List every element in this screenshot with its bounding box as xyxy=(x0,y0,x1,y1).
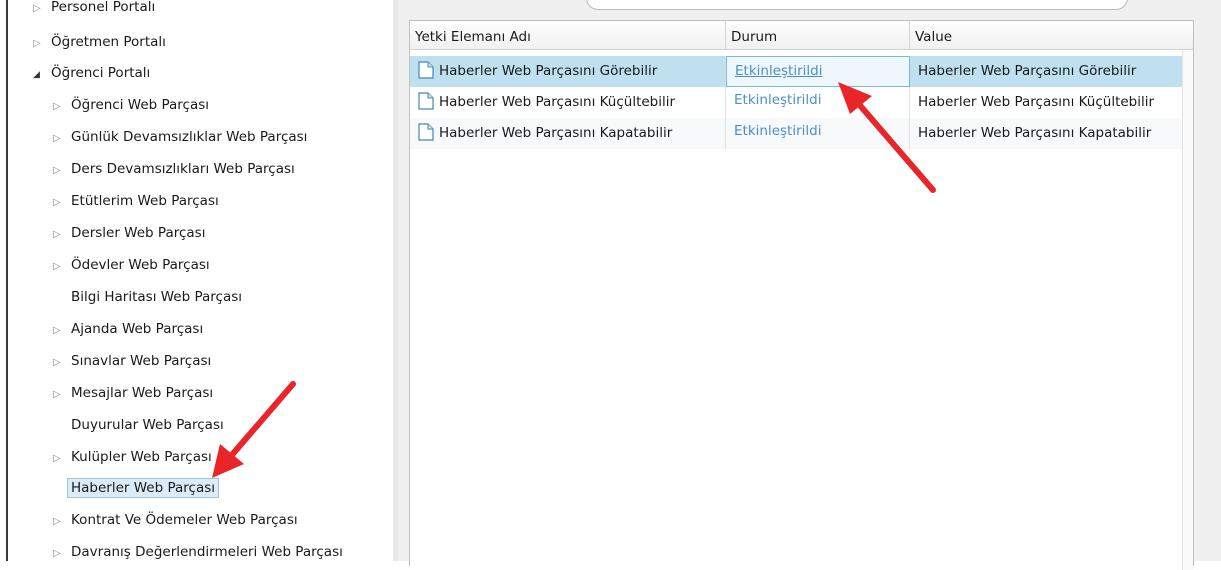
expand-arrow-icon[interactable]: ▷ xyxy=(53,97,71,117)
expand-arrow-icon[interactable]: ▷ xyxy=(53,257,71,277)
tree-item-label: Etütlerim Web Parçası xyxy=(71,193,219,209)
tree-item-label: Kontrat Ve Ödemeler Web Parçası xyxy=(71,512,298,528)
expand-arrow-icon[interactable]: ▷ xyxy=(53,225,71,245)
tree-item-label: Günlük Devamsızlıklar Web Parçası xyxy=(71,129,308,145)
expand-arrow-icon[interactable]: ▷ xyxy=(53,161,71,181)
permission-name: Haberler Web Parçasını Görebilir xyxy=(439,63,658,79)
tree-item-dersler[interactable]: ▷ Dersler Web Parçası xyxy=(53,223,205,243)
tree-item-label: Bilgi Haritası Web Parçası xyxy=(71,289,243,305)
permission-value: Haberler Web Parçasını Görebilir xyxy=(918,63,1137,79)
tree-item-ogrenci-portali[interactable]: ◢ Öğrenci Portalı xyxy=(33,63,150,83)
expand-arrow-icon[interactable]: ▷ xyxy=(53,544,71,564)
tree-item-label: Öğrenci Web Parçası xyxy=(71,97,210,113)
expand-arrow-icon[interactable]: ▷ xyxy=(53,193,71,213)
row-name-cell: Haberler Web Parçasını Kapatabilir xyxy=(410,118,726,149)
expand-arrow-icon[interactable]: ▷ xyxy=(33,0,51,19)
tree-item-mesajlar[interactable]: ▷ Mesajlar Web Parçası xyxy=(53,383,213,403)
tree-item-ogretmen-portali[interactable]: ▷ Öğretmen Portalı xyxy=(33,32,166,52)
permission-name: Haberler Web Parçasını Küçültebilir xyxy=(439,94,676,110)
permission-tree: ▷ Personel Portalı ▷ Öğretmen Portalı ◢ Öğr… xyxy=(0,0,392,561)
status-link[interactable]: Etkinleştirildi xyxy=(735,63,822,79)
tree-item-label: Öğretmen Portalı xyxy=(51,34,166,50)
permissions-pane: Yetki Elemanı Adı Durum Value Haberler W… xyxy=(398,0,1221,570)
column-header-status[interactable]: Durum xyxy=(726,21,910,49)
permissions-grid: Yetki Elemanı Adı Durum Value Haberler W… xyxy=(409,20,1194,570)
tree-item-ders-devamsizliklari[interactable]: ▷ Ders Devamsızlıkları Web Parçası xyxy=(53,159,295,179)
expand-arrow-icon[interactable]: ▷ xyxy=(53,449,71,469)
expand-arrow-icon[interactable]: ▷ xyxy=(53,353,71,373)
collapse-arrow-icon[interactable]: ◢ xyxy=(33,65,51,85)
grid-header: Yetki Elemanı Adı Durum Value xyxy=(410,21,1193,50)
expand-arrow-icon[interactable]: ▷ xyxy=(33,34,51,54)
tree-item-haberler[interactable]: Haberler Web Parçası xyxy=(53,478,220,498)
tree-item-label: Davranış Değerlendirmeleri Web Parçası xyxy=(71,544,343,560)
row-name-cell: Haberler Web Parçasını Küçültebilir xyxy=(410,87,726,118)
tree-item-ogrenci-web-parcasi[interactable]: ▷ Öğrenci Web Parçası xyxy=(53,95,209,115)
tree-item-label: Dersler Web Parçası xyxy=(71,225,206,241)
permission-name: Haberler Web Parçasını Kapatabilir xyxy=(439,125,673,141)
permission-value: Haberler Web Parçasını Kapatabilir xyxy=(918,125,1152,141)
column-header-value[interactable]: Value xyxy=(910,21,1193,49)
tree-item-kulupler[interactable]: ▷ Kulüpler Web Parçası xyxy=(53,447,212,467)
search-input[interactable] xyxy=(586,0,1128,10)
status-link[interactable]: Etkinleştirildi xyxy=(734,92,821,108)
table-row[interactable]: Haberler Web Parçasını Küçültebilir Etki… xyxy=(410,87,1193,118)
tree-item-label: Sınavlar Web Parçası xyxy=(71,353,212,369)
tree-item-sinavlar[interactable]: ▷ Sınavlar Web Parçası xyxy=(53,351,211,371)
table-row[interactable]: Haberler Web Parçasını Görebilir Etkinle… xyxy=(410,56,1193,87)
tree-item-kontrat-ve-odemeler[interactable]: ▷ Kontrat Ve Ödemeler Web Parçası xyxy=(53,510,298,530)
tree-item-label: Personel Portalı xyxy=(51,0,156,15)
document-icon xyxy=(418,60,434,79)
column-header-name[interactable]: Yetki Elemanı Adı xyxy=(410,21,726,49)
expand-arrow-icon[interactable]: ▷ xyxy=(53,129,71,149)
tree-item-personel-portali[interactable]: ▷ Personel Portalı xyxy=(33,0,155,17)
row-status-cell[interactable]: Etkinleştirildi xyxy=(726,87,910,118)
tree-item-label: Ödevler Web Parçası xyxy=(71,257,210,273)
document-icon xyxy=(418,122,434,141)
tree-item-etutlerim[interactable]: ▷ Etütlerim Web Parçası xyxy=(53,191,219,211)
tree-item-bilgi-haritasi[interactable]: Bilgi Haritası Web Parçası xyxy=(53,287,242,307)
expand-arrow-icon[interactable]: ▷ xyxy=(53,321,71,341)
tree-item-label: Kulüpler Web Parçası xyxy=(71,449,212,465)
tree-item-label: Mesajlar Web Parçası xyxy=(71,385,214,401)
expand-arrow-icon[interactable]: ▷ xyxy=(53,512,71,532)
tree-item-ajanda[interactable]: ▷ Ajanda Web Parçası xyxy=(53,319,203,339)
tree-item-odevler[interactable]: ▷ Ödevler Web Parçası xyxy=(53,255,210,275)
grid-vertical-scrollbar[interactable] xyxy=(1182,50,1193,570)
document-icon xyxy=(418,91,434,110)
tree-item-label: Ajanda Web Parçası xyxy=(71,321,204,337)
tree-item-davranis-degerlendirmeleri[interactable]: ▷ Davranış Değerlendirmeleri Web Parçası xyxy=(53,542,343,562)
row-status-cell[interactable]: Etkinleştirildi xyxy=(726,56,910,87)
tree-item-gunluk-devamsizliklar[interactable]: ▷ Günlük Devamsızlıklar Web Parçası xyxy=(53,127,307,147)
tree-item-label: Haberler Web Parçası xyxy=(67,478,220,498)
expand-arrow-icon[interactable]: ▷ xyxy=(53,385,71,405)
row-status-cell[interactable]: Etkinleştirildi xyxy=(726,118,910,149)
permission-value: Haberler Web Parçasını Küçültebilir xyxy=(918,94,1155,110)
status-link[interactable]: Etkinleştirildi xyxy=(734,123,821,139)
table-row[interactable]: Haberler Web Parçasını Kapatabilir Etkin… xyxy=(410,118,1193,149)
tree-item-label: Duyurular Web Parçası xyxy=(71,417,224,433)
tree-item-label: Öğrenci Portalı xyxy=(51,65,151,81)
row-name-cell: Haberler Web Parçasını Görebilir xyxy=(410,56,726,87)
tree-item-label: Ders Devamsızlıkları Web Parçası xyxy=(71,161,295,177)
tree-item-duyurular[interactable]: Duyurular Web Parçası xyxy=(53,415,224,435)
